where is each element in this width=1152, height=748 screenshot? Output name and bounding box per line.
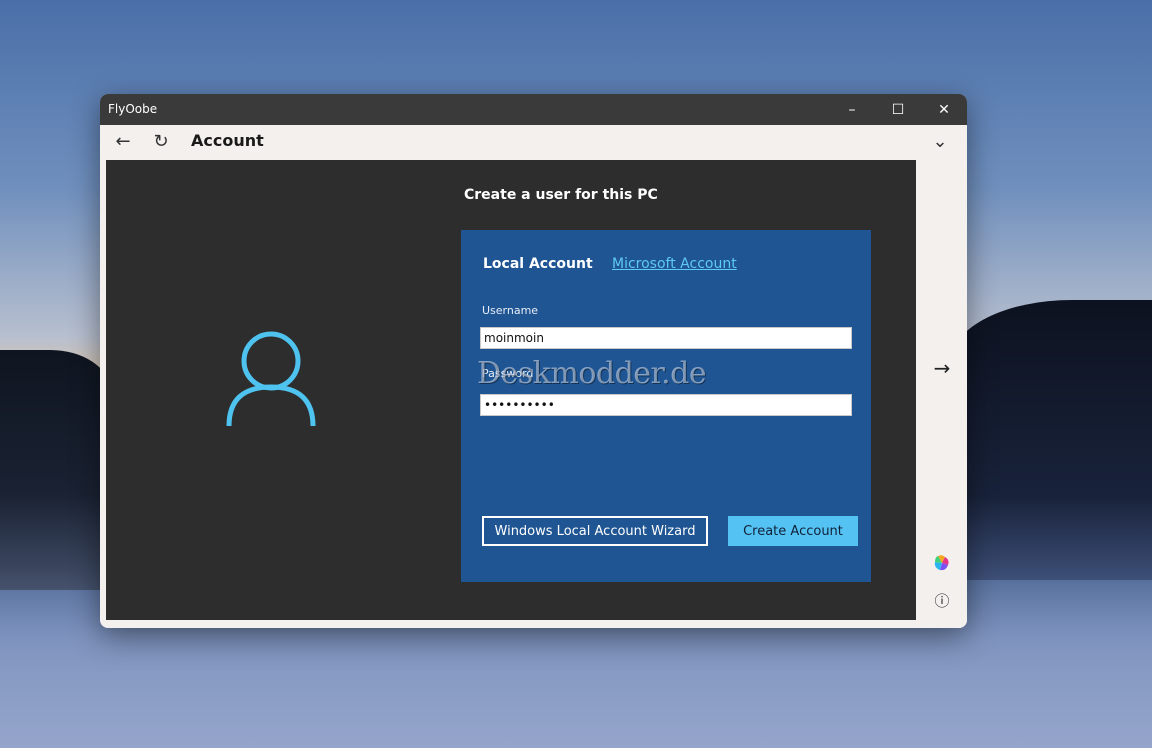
chevron-down-icon: ⌄: [932, 130, 948, 152]
back-arrow-icon: ←: [115, 130, 131, 152]
minimize-icon: –: [848, 101, 856, 118]
create-user-heading: Create a user for this PC: [464, 187, 658, 203]
maximize-icon: ☐: [891, 101, 905, 118]
window-title: FlyOobe: [108, 102, 158, 116]
title-bar[interactable]: FlyOobe – ☐ ✕: [100, 94, 967, 125]
side-panel: → ⓘ: [917, 160, 967, 628]
page-title: Account: [191, 131, 264, 150]
next-button[interactable]: →: [930, 356, 954, 380]
refresh-button[interactable]: ↻: [149, 129, 173, 153]
user-avatar-icon: [226, 331, 316, 427]
minimize-button[interactable]: –: [829, 94, 875, 125]
toolbar: ← ↻ Account ⌄: [100, 125, 967, 157]
info-icon: ⓘ: [934, 591, 950, 610]
landscape-hill-left: [0, 350, 110, 590]
forward-arrow-icon: →: [933, 356, 951, 380]
create-account-button[interactable]: Create Account: [728, 516, 858, 546]
expand-button[interactable]: ⌄: [928, 129, 952, 153]
username-input[interactable]: [480, 327, 852, 349]
maximize-button[interactable]: ☐: [875, 94, 921, 125]
tab-microsoft-account[interactable]: Microsoft Account: [612, 256, 737, 272]
account-card: Local Account Microsoft Account Username…: [461, 230, 871, 582]
info-button[interactable]: ⓘ: [930, 588, 954, 612]
username-label: Username: [482, 304, 539, 317]
watermark: Deskmodder.de: [477, 356, 707, 391]
main-content: Create a user for this PC Local Account …: [106, 160, 916, 620]
app-window: FlyOobe – ☐ ✕ ← ↻ Account ⌄ Create a use…: [100, 94, 967, 628]
password-input[interactable]: [480, 394, 852, 416]
close-icon: ✕: [938, 101, 950, 118]
refresh-icon: ↻: [153, 130, 169, 152]
tab-local-account[interactable]: Local Account: [483, 256, 593, 272]
landscape-hill-right: [952, 300, 1152, 580]
back-button[interactable]: ←: [111, 129, 135, 153]
copilot-icon[interactable]: [932, 553, 952, 573]
close-button[interactable]: ✕: [921, 94, 967, 125]
local-account-wizard-button[interactable]: Windows Local Account Wizard: [482, 516, 708, 546]
